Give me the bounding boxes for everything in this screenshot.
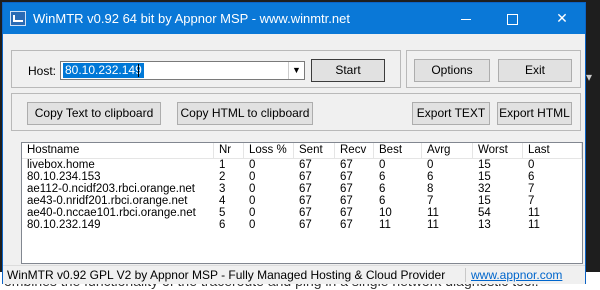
- column-header-last[interactable]: Last: [523, 143, 582, 158]
- table-cell: 67: [299, 159, 312, 171]
- table-cell: 6: [379, 195, 386, 207]
- text-caret: [138, 64, 139, 77]
- table-cell: 6: [427, 171, 434, 183]
- table-cell: 80.10.232.149: [27, 219, 101, 231]
- status-divider: [465, 268, 466, 282]
- table-cell: 32: [478, 183, 491, 195]
- table-cell: 67: [340, 195, 353, 207]
- table-cell: 6: [379, 183, 386, 195]
- table-cell: 11: [528, 219, 540, 231]
- table-cell: 0: [379, 159, 386, 171]
- table-cell: 67: [340, 207, 353, 219]
- table-cell: 67: [340, 171, 353, 183]
- table-cell: 6: [528, 171, 535, 183]
- title-bar[interactable]: WinMTR v0.92 64 bit by Appnor MSP - www.…: [3, 3, 585, 34]
- close-button[interactable]: ✕: [539, 3, 585, 34]
- table-cell: 8: [427, 183, 434, 195]
- host-label: Host:: [28, 64, 57, 78]
- table-cell: 0: [249, 171, 256, 183]
- window-title: WinMTR v0.92 64 bit by Appnor MSP - www.…: [33, 11, 350, 26]
- table-cell: 67: [340, 183, 353, 195]
- table-row[interactable]: 80.10.232.149 6 0 67 67 11 11 13 11: [22, 219, 582, 231]
- export-text-button[interactable]: Export TEXT: [412, 102, 490, 125]
- table-cell: 0: [249, 219, 256, 231]
- table-cell: 67: [299, 183, 312, 195]
- table-cell: 0: [249, 207, 256, 219]
- start-button[interactable]: Start: [311, 59, 385, 82]
- table-cell: ae43-0.nridf201.rbci.orange.net: [27, 195, 188, 207]
- background-arrow-icon: ▾: [586, 70, 593, 84]
- maximize-button[interactable]: [489, 3, 535, 34]
- table-cell: 0: [528, 159, 535, 171]
- column-header-sent[interactable]: Sent: [294, 143, 335, 158]
- table-cell: livebox.home: [27, 159, 95, 171]
- column-header-nr[interactable]: Nr: [214, 143, 244, 158]
- minimize-button[interactable]: [443, 3, 489, 34]
- table-cell: 67: [340, 219, 353, 231]
- table-cell: 0: [427, 159, 434, 171]
- table-cell: ae40-0.nccae101.rbci.orange.net: [27, 207, 196, 219]
- column-header-hostname[interactable]: Hostname: [22, 143, 214, 158]
- column-header-loss[interactable]: Loss %: [244, 143, 294, 158]
- table-cell: 15: [478, 195, 491, 207]
- table-body: livebox.home 1 0 67 67 0 0 15 0 80.10.234.153 2 0 67…: [22, 159, 582, 231]
- app-icon: [10, 11, 26, 26]
- table-cell: ae112-0.ncidf203.rbci.orange.net: [27, 183, 195, 195]
- status-text: WinMTR v0.92 GPL V2 by Appnor MSP - Full…: [7, 268, 446, 282]
- table-cell: 11: [427, 207, 439, 219]
- table-cell: 7: [528, 195, 535, 207]
- chevron-down-icon[interactable]: ▼: [288, 62, 304, 79]
- table-cell: 6: [379, 171, 386, 183]
- table-cell: 11: [379, 219, 391, 231]
- column-header-recv[interactable]: Recv: [335, 143, 374, 158]
- table-cell: 11: [528, 207, 540, 219]
- minimize-icon: [461, 18, 471, 20]
- table-cell: 67: [299, 195, 312, 207]
- table-header: Hostname Nr Loss % Sent Recv Best Avrg Worst Las…: [22, 143, 582, 159]
- table-cell: 67: [299, 171, 312, 183]
- table-cell: 0: [249, 183, 256, 195]
- table-row[interactable]: 80.10.234.153 2 0 67 67 6 6 15 6: [22, 171, 582, 183]
- table-row[interactable]: livebox.home 1 0 67 67 0 0 15 0: [22, 159, 582, 171]
- close-icon: ✕: [556, 10, 568, 26]
- export-html-button[interactable]: Export HTML: [497, 102, 572, 125]
- column-header-avrg[interactable]: Avrg: [422, 143, 473, 158]
- table-cell: 0: [249, 159, 256, 171]
- table-cell: 67: [299, 207, 312, 219]
- table-row[interactable]: ae40-0.nccae101.rbci.orange.net 5 0 67 67 10 1…: [22, 207, 582, 219]
- table-cell: 13: [478, 219, 491, 231]
- table-cell: 7: [427, 195, 434, 207]
- table-row[interactable]: ae112-0.ncidf203.rbci.orange.net 3 0 67 67 6 8…: [22, 183, 582, 195]
- appnor-link[interactable]: www.appnor.com: [471, 268, 562, 282]
- table-cell: 80.10.234.153: [27, 171, 101, 183]
- table-row[interactable]: ae43-0.nridf201.rbci.orange.net 4 0 67 67 6 7 1…: [22, 195, 582, 207]
- options-button[interactable]: Options: [414, 59, 490, 82]
- table-cell: 11: [427, 219, 439, 231]
- copy-text-button[interactable]: Copy Text to clipboard: [27, 102, 161, 125]
- table-cell: 7: [528, 183, 535, 195]
- status-bar: WinMTR v0.92 GPL V2 by Appnor MSP - Full…: [3, 265, 585, 284]
- results-table[interactable]: Hostname Nr Loss % Sent Recv Best Avrg Worst Las…: [21, 142, 583, 264]
- table-cell: 15: [478, 171, 491, 183]
- winmtr-window: WinMTR v0.92 64 bit by Appnor MSP - www.…: [2, 2, 586, 284]
- table-cell: 10: [379, 207, 392, 219]
- table-cell: 67: [299, 219, 312, 231]
- table-cell: 67: [340, 159, 353, 171]
- copy-html-button[interactable]: Copy HTML to clipboard: [177, 102, 313, 125]
- column-header-best[interactable]: Best: [374, 143, 422, 158]
- maximize-icon: [506, 13, 518, 25]
- exit-button[interactable]: Exit: [498, 59, 572, 82]
- host-input[interactable]: 80.10.232.149: [63, 63, 144, 78]
- host-combobox[interactable]: 80.10.232.149 ▼: [60, 61, 305, 80]
- column-header-worst[interactable]: Worst: [473, 143, 523, 158]
- table-cell: 15: [478, 159, 491, 171]
- table-cell: 0: [249, 195, 256, 207]
- table-cell: 54: [478, 207, 491, 219]
